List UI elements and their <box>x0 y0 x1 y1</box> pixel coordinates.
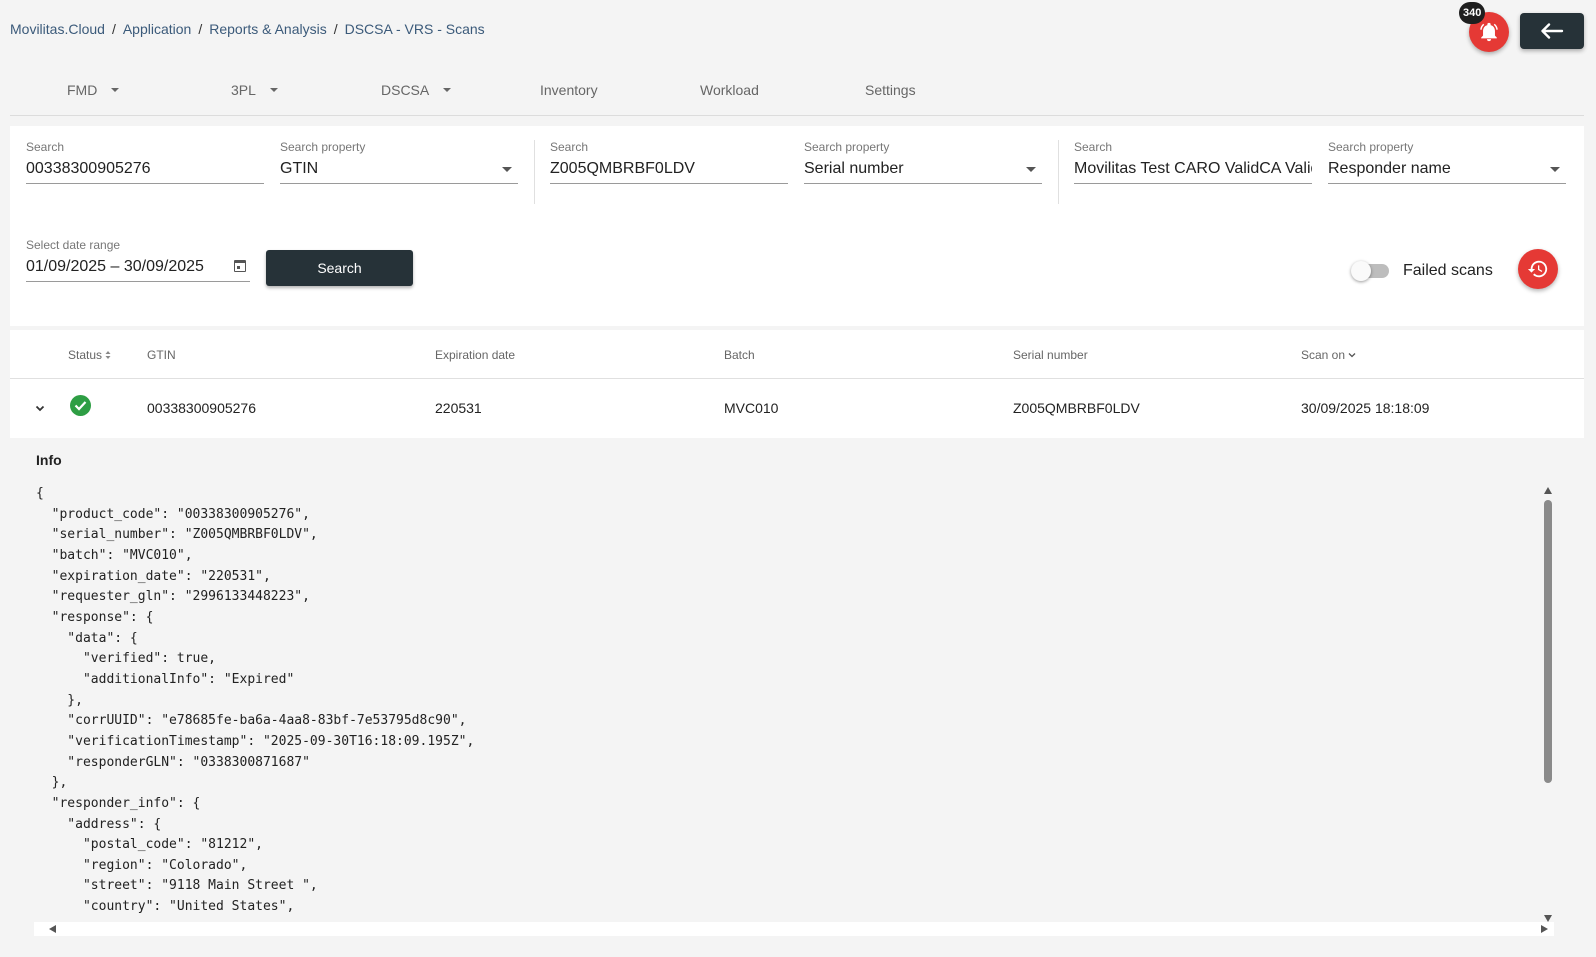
cell-gtin: 00338300905276 <box>147 400 257 416</box>
search-filters-card: Search 00338300905276 Search property GT… <box>10 126 1584 326</box>
failed-scans-toggle[interactable] <box>1351 261 1389 281</box>
search-field-2: Search Z005QMBRBF0LDV <box>550 140 788 184</box>
column-header-scan-on[interactable]: Scan on <box>1301 348 1356 362</box>
divider <box>534 140 535 204</box>
date-range-input[interactable]: 01/09/2025 – 30/09/2025 <box>26 252 250 282</box>
column-header-expiration-date[interactable]: Expiration date <box>435 348 515 362</box>
search-field-3: Search Movilitas Test CARO ValidCA Valid… <box>1074 140 1312 184</box>
notifications-count-badge: 340 <box>1459 2 1486 24</box>
sort-descending-icon <box>1348 353 1356 358</box>
breadcrumb-reports-analysis[interactable]: Reports & Analysis <box>209 21 327 37</box>
arrow-left-icon <box>1541 23 1564 39</box>
search-input-2[interactable]: Z005QMBRBF0LDV <box>550 154 788 184</box>
reset-history-button[interactable] <box>1518 249 1558 289</box>
breadcrumb-dscsa-vrs-scans[interactable]: DSCSA - VRS - Scans <box>345 21 485 37</box>
failed-scans-label: Failed scans <box>1403 262 1493 279</box>
bell-icon <box>1480 22 1498 42</box>
main-nav: FMD 3PL DSCSA Inventory Workload Setting… <box>10 75 1584 116</box>
history-icon <box>1527 260 1548 278</box>
horizontal-scrollbar[interactable] <box>34 922 1554 936</box>
search-property-select-2[interactable]: Serial number <box>804 154 1042 184</box>
search-property-field-3: Search property Responder name <box>1328 140 1566 184</box>
info-json-viewer[interactable]: { "product_code": "00338300905276", "ser… <box>34 484 1570 944</box>
cell-scan-on: 30/09/2025 18:18:09 <box>1301 400 1430 416</box>
tab-fmd[interactable]: FMD <box>67 82 120 98</box>
scroll-up-arrow-icon[interactable] <box>1544 487 1552 494</box>
column-header-serial-number[interactable]: Serial number <box>1013 348 1088 362</box>
dropdown-arrow-icon <box>1026 167 1036 172</box>
sort-icon <box>105 351 111 359</box>
row-detail-panel: Info { "product_code": "00338300905276",… <box>10 438 1584 957</box>
chevron-down-icon <box>35 405 45 411</box>
calendar-icon[interactable] <box>234 260 246 272</box>
info-title: Info <box>36 452 62 468</box>
dropdown-arrow-icon <box>1550 167 1560 172</box>
back-button[interactable] <box>1520 13 1584 49</box>
tab-workload[interactable]: Workload <box>700 82 759 98</box>
search-input-1[interactable]: 00338300905276 <box>26 154 264 184</box>
table-header: Status GTIN Expiration date Batch Serial… <box>10 330 1584 379</box>
search-button[interactable]: Search <box>266 250 413 286</box>
caret-down-icon <box>111 88 120 92</box>
dropdown-arrow-icon <box>502 167 512 172</box>
notifications: 340 <box>1459 2 1511 53</box>
breadcrumb: Movilitas.Cloud / Application / Reports & An… <box>10 21 485 37</box>
column-header-status[interactable]: Status <box>68 348 111 362</box>
breadcrumb-movilitas-cloud[interactable]: Movilitas.Cloud <box>10 21 105 37</box>
caret-down-icon <box>269 88 278 92</box>
tab-3pl[interactable]: 3PL <box>231 82 278 98</box>
search-property-field-2: Search property Serial number <box>804 140 1042 184</box>
row-expand-toggle[interactable] <box>31 399 49 417</box>
cell-expiration-date: 220531 <box>435 400 482 416</box>
scroll-right-arrow-icon[interactable] <box>1541 925 1548 933</box>
divider <box>1058 140 1059 204</box>
scroll-down-arrow-icon[interactable] <box>1544 915 1552 922</box>
search-property-field-1: Search property GTIN <box>280 140 518 184</box>
toggle-knob <box>1351 261 1371 281</box>
status-success-icon <box>70 395 91 416</box>
search-input-3[interactable]: Movilitas Test CARO ValidCA Validation <box>1074 154 1312 184</box>
cell-batch: MVC010 <box>724 400 779 416</box>
tab-settings[interactable]: Settings <box>865 82 916 98</box>
tab-inventory[interactable]: Inventory <box>540 82 598 98</box>
scroll-left-arrow-icon[interactable] <box>49 925 56 933</box>
column-header-gtin[interactable]: GTIN <box>147 348 176 362</box>
check-icon <box>74 401 87 411</box>
vertical-scrollbar[interactable] <box>1540 484 1556 922</box>
info-json-text: { "product_code": "00338300905276", "ser… <box>36 486 475 915</box>
table-row[interactable]: 00338300905276 220531 MVC010 Z005QMBRBF0… <box>10 379 1584 438</box>
caret-down-icon <box>443 88 452 92</box>
tab-dscsa[interactable]: DSCSA <box>381 82 452 98</box>
scrollbar-thumb[interactable] <box>1544 500 1552 783</box>
column-header-batch[interactable]: Batch <box>724 348 755 362</box>
breadcrumb-application[interactable]: Application <box>123 21 192 37</box>
date-range-field: Select date range 01/09/2025 – 30/09/202… <box>26 238 250 282</box>
search-property-select-1[interactable]: GTIN <box>280 154 518 184</box>
cell-serial-number: Z005QMBRBF0LDV <box>1013 400 1140 416</box>
search-property-select-3[interactable]: Responder name <box>1328 154 1566 184</box>
search-field-1: Search 00338300905276 <box>26 140 264 184</box>
